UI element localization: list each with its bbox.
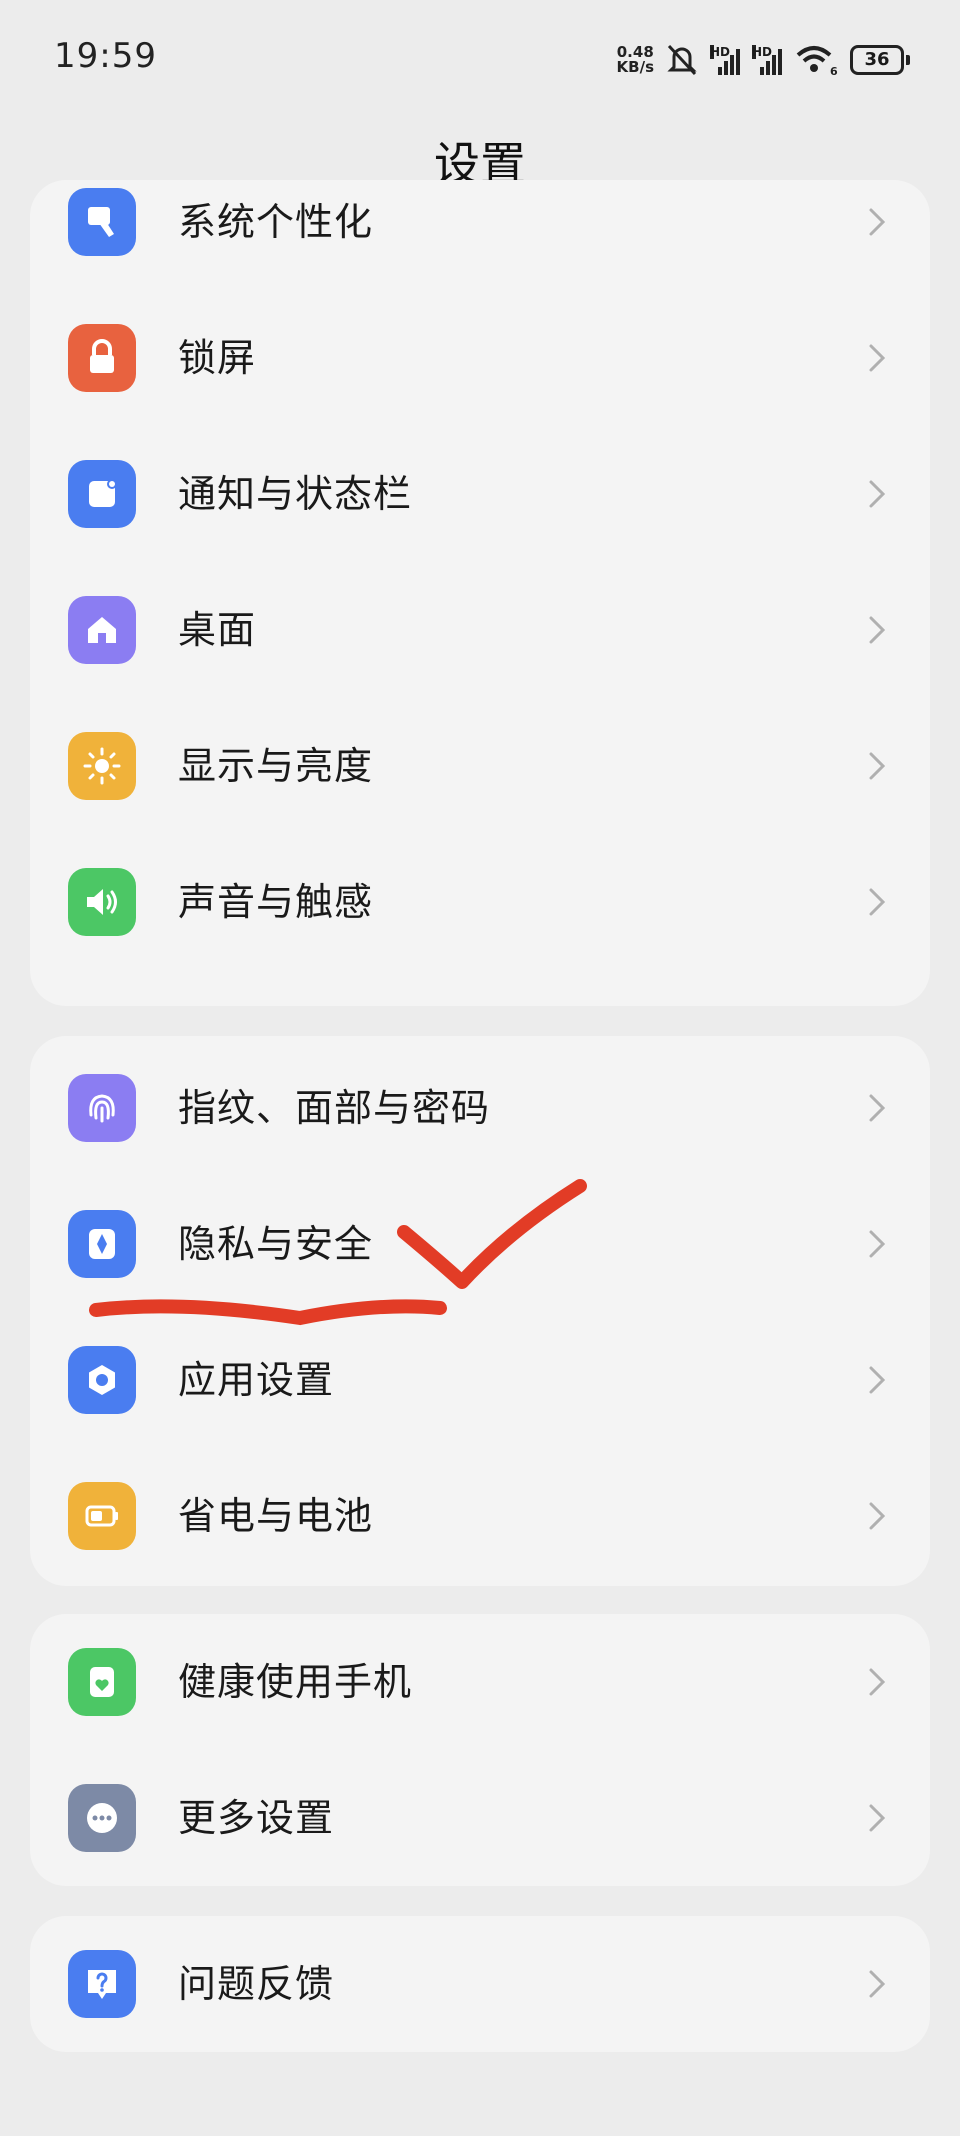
status-bar: 19:59 0.48 KB/s HD HD 6 36 <box>0 0 960 110</box>
settings-item-personalization[interactable]: 系统个性化 <box>30 154 930 290</box>
chevron-right-icon <box>869 1230 886 1258</box>
chevron-right-icon <box>869 1094 886 1122</box>
settings-group-feedback: 问题反馈 <box>30 1916 930 2052</box>
settings-item-notifications[interactable]: 通知与状态栏 <box>30 426 930 562</box>
chevron-right-icon <box>869 208 886 236</box>
more-dots-icon <box>68 1784 136 1852</box>
lock-icon <box>68 324 136 392</box>
chevron-right-icon <box>869 344 886 372</box>
settings-item-label: 更多设置 <box>178 1796 335 1840</box>
chevron-right-icon <box>869 1804 886 1832</box>
settings-item-privacy-security[interactable]: 隐私与安全 <box>30 1176 930 1312</box>
sim2-hd-label: HD <box>752 45 773 59</box>
settings-group-display: 系统个性化 锁屏 通知与状态栏 桌面 显示与亮度 声音与触感 <box>30 180 930 1006</box>
chevron-right-icon <box>869 1970 886 1998</box>
settings-item-healthy-usage[interactable]: 健康使用手机 <box>30 1614 930 1750</box>
sim1-hd-label: HD <box>710 45 731 59</box>
sun-icon <box>68 732 136 800</box>
settings-item-label: 声音与触感 <box>178 880 374 924</box>
settings-item-battery[interactable]: 省电与电池 <box>30 1448 930 1584</box>
settings-item-fingerprint-face-password[interactable]: 指纹、面部与密码 <box>30 1040 930 1176</box>
battery-icon <box>68 1482 136 1550</box>
notification-icon <box>68 460 136 528</box>
battery-indicator: 36 <box>850 45 910 75</box>
chevron-right-icon <box>869 1366 886 1394</box>
chevron-right-icon <box>869 752 886 780</box>
feedback-question-icon <box>68 1950 136 2018</box>
chevron-right-icon <box>869 1668 886 1696</box>
settings-item-label: 显示与亮度 <box>178 744 374 788</box>
cellular-signal-2-icon: HD <box>752 45 782 75</box>
privacy-shield-icon <box>68 1210 136 1278</box>
settings-item-label: 隐私与安全 <box>178 1222 374 1266</box>
settings-item-label: 系统个性化 <box>178 200 374 244</box>
settings-item-label: 指纹、面部与密码 <box>178 1086 491 1130</box>
home-icon <box>68 596 136 664</box>
settings-item-display-brightness[interactable]: 显示与亮度 <box>30 698 930 834</box>
settings-item-label: 应用设置 <box>178 1358 335 1402</box>
settings-item-label: 省电与电池 <box>178 1494 374 1538</box>
network-speed: 0.48 KB/s <box>617 45 654 75</box>
settings-item-more-settings[interactable]: 更多设置 <box>30 1750 930 1886</box>
chevron-right-icon <box>869 1502 886 1530</box>
chevron-right-icon <box>869 616 886 644</box>
settings-group-security: 指纹、面部与密码 隐私与安全 应用设置 省电与电池 <box>30 1036 930 1586</box>
settings-item-label: 健康使用手机 <box>178 1660 413 1704</box>
cellular-signal-1-icon: HD <box>710 45 740 75</box>
battery-level: 36 <box>850 45 904 75</box>
wifi-label: 6 <box>830 65 838 77</box>
bell-muted-icon <box>667 44 697 76</box>
settings-item-app-settings[interactable]: 应用设置 <box>30 1312 930 1448</box>
settings-item-feedback[interactable]: 问题反馈 <box>30 1916 930 2052</box>
battery-tip <box>906 55 910 65</box>
chevron-right-icon <box>869 480 886 508</box>
wifi-icon: 6 <box>796 46 838 77</box>
settings-item-label: 问题反馈 <box>178 1962 335 2006</box>
network-speed-unit: KB/s <box>616 58 654 76</box>
personalization-icon <box>68 188 136 256</box>
speaker-icon <box>68 868 136 936</box>
settings-item-label: 通知与状态栏 <box>178 472 413 516</box>
settings-item-sound-haptics[interactable]: 声音与触感 <box>30 834 930 970</box>
status-time: 19:59 <box>54 36 157 76</box>
settings-group-usage: 健康使用手机 更多设置 <box>30 1614 930 1886</box>
fingerprint-icon <box>68 1074 136 1142</box>
settings-item-desktop[interactable]: 桌面 <box>30 562 930 698</box>
settings-item-label: 锁屏 <box>178 336 257 380</box>
settings-item-lock-screen[interactable]: 锁屏 <box>30 290 930 426</box>
app-settings-icon <box>68 1346 136 1414</box>
healthy-usage-icon <box>68 1648 136 1716</box>
status-icons: 0.48 KB/s HD HD 6 36 <box>617 38 910 82</box>
settings-item-label: 桌面 <box>178 608 257 652</box>
chevron-right-icon <box>869 888 886 916</box>
